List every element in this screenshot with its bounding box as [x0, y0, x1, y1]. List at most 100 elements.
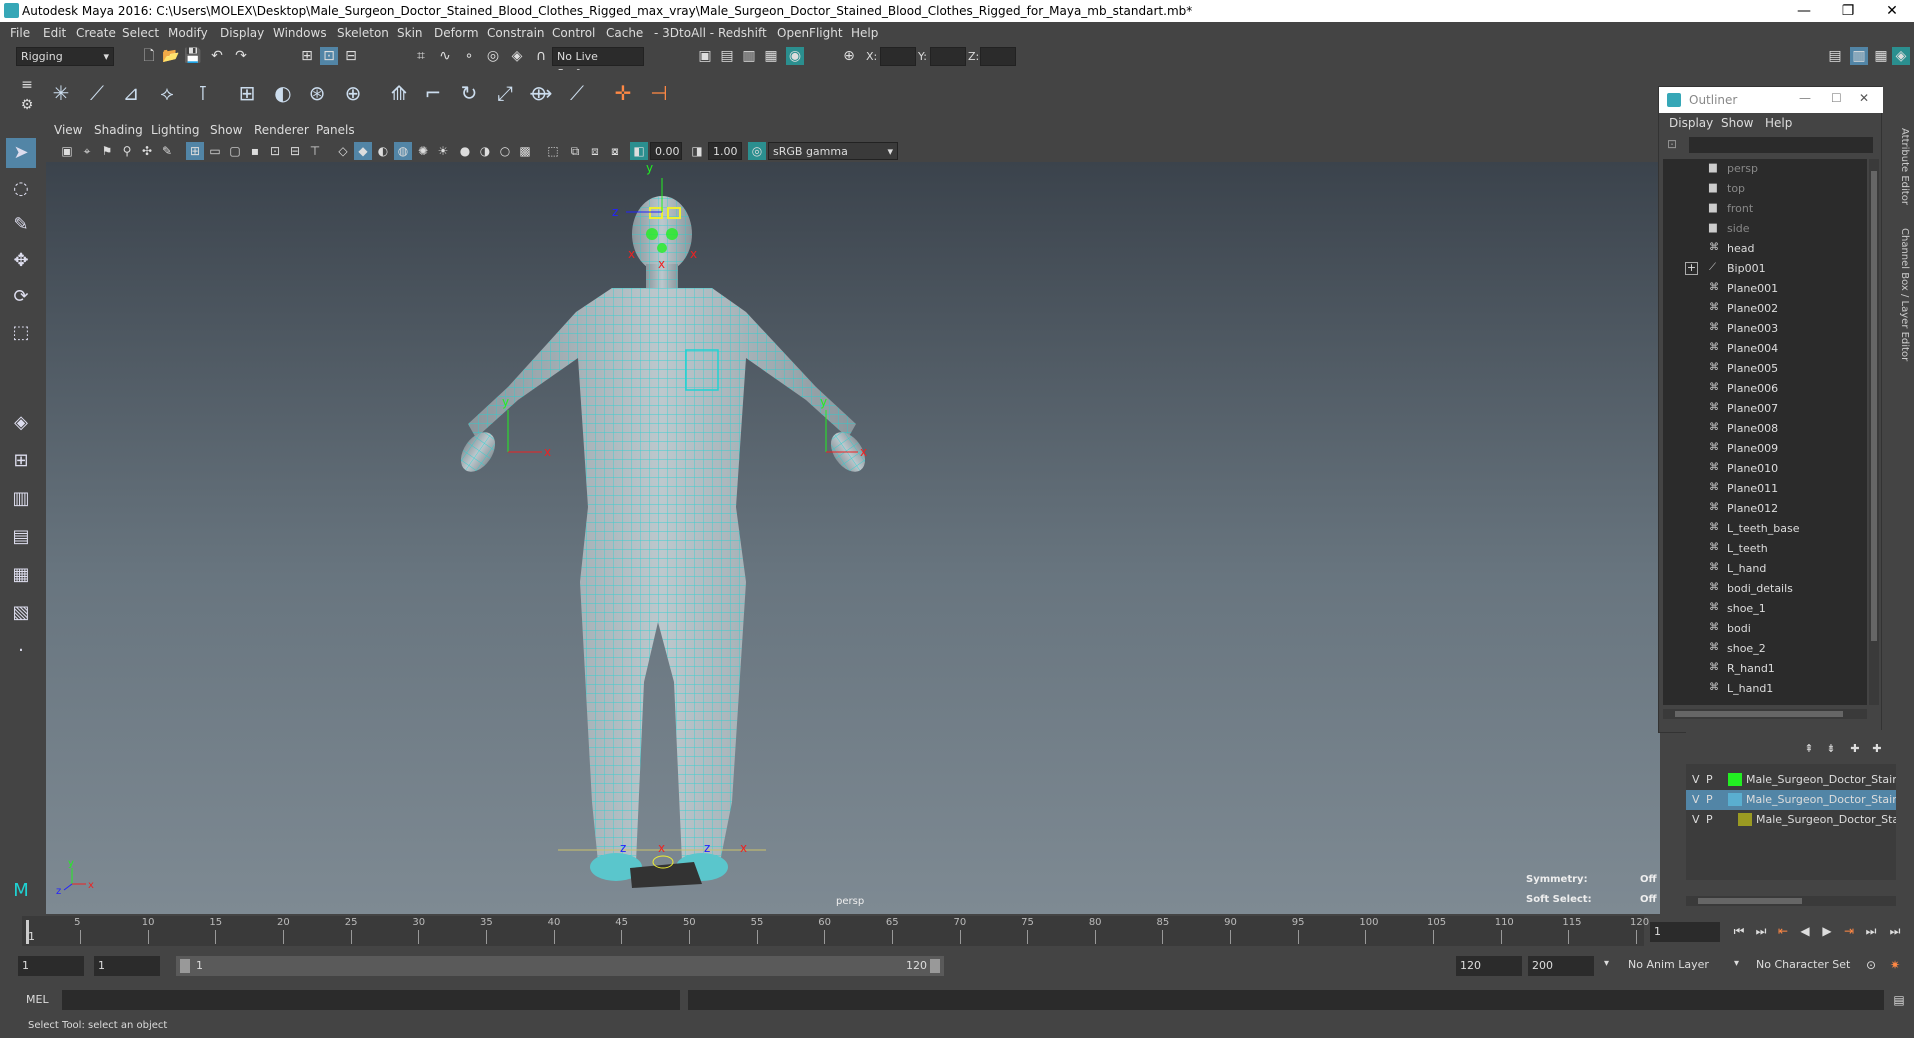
- grease-pencil-icon[interactable]: ✎: [158, 142, 176, 160]
- safe-action-icon[interactable]: ⊟: [286, 142, 304, 160]
- insert-joint-icon[interactable]: ⟋: [84, 78, 110, 108]
- play-backward-icon[interactable]: ◀: [1796, 922, 1814, 940]
- scene-start-field[interactable]: 1: [18, 956, 84, 976]
- current-frame-field[interactable]: 1: [1650, 922, 1720, 942]
- outliner-item[interactable]: ⌘ R_hand1: [1663, 659, 1867, 679]
- filter-icon[interactable]: ⊡: [1667, 137, 1677, 151]
- menu-select[interactable]: Select: [122, 26, 159, 40]
- aim-constraint-icon[interactable]: ⟴: [528, 78, 554, 108]
- y-field[interactable]: [930, 47, 966, 66]
- channel-box-tab[interactable]: Channel Box / Layer Editor: [1899, 228, 1910, 361]
- smooth-shade-icon[interactable]: ◆: [354, 142, 372, 160]
- orient-constraint-icon[interactable]: ↻: [456, 78, 482, 108]
- resolution-gate-icon[interactable]: ▢: [226, 142, 244, 160]
- gate-mask-icon[interactable]: ▪: [246, 142, 264, 160]
- outliner-item[interactable]: ⌘ Plane002: [1663, 299, 1867, 319]
- menu-create[interactable]: Create: [76, 26, 116, 40]
- camera-attributes-icon[interactable]: ⌖: [78, 142, 96, 160]
- cluster-icon[interactable]: ⊕: [340, 78, 366, 108]
- layer-color-swatch[interactable]: [1728, 793, 1742, 806]
- shadows-icon[interactable]: ☀: [434, 142, 452, 160]
- exposure-field[interactable]: 0.00: [650, 142, 682, 160]
- outliner-hscroll-thumb[interactable]: [1675, 711, 1843, 717]
- go-to-end-icon[interactable]: ⏭: [1886, 922, 1904, 940]
- step-back-frame-icon[interactable]: ⇤: [1774, 922, 1792, 940]
- outliner-search-field[interactable]: [1689, 137, 1873, 153]
- current-time-indicator[interactable]: [26, 920, 29, 944]
- orient-joint-icon[interactable]: ⟡: [154, 78, 180, 108]
- menu-constrain[interactable]: Constrain: [487, 26, 545, 40]
- shelf-settings-icon[interactable]: ⚙: [18, 96, 36, 114]
- layout-icon[interactable]: ▤: [1826, 47, 1844, 65]
- outliner-item[interactable]: ⌘ head: [1663, 239, 1867, 259]
- outliner-item[interactable]: ⌘ Plane006: [1663, 379, 1867, 399]
- go-to-start-icon[interactable]: ⏮: [1730, 922, 1748, 940]
- move-layer-down-icon[interactable]: ⇟: [1822, 740, 1840, 758]
- panel-menu-renderer[interactable]: Renderer: [254, 123, 309, 137]
- outliner-item[interactable]: ⌘ Plane010: [1663, 459, 1867, 479]
- auto-key-icon[interactable]: ⊙: [1862, 956, 1880, 974]
- z-field[interactable]: [980, 47, 1016, 66]
- camera-select-icon[interactable]: ▣: [58, 142, 76, 160]
- time-ruler[interactable]: 1 5 10 15 20 25 30 35 40 45 50 55 60 65 70 75 80 85 90 95 1…: [22, 916, 1649, 946]
- color-management-icon[interactable]: ◎: [748, 142, 766, 160]
- safe-title-icon[interactable]: ⊤: [306, 142, 324, 160]
- outliner-item[interactable]: ⌘ Plane009: [1663, 439, 1867, 459]
- outliner-item[interactable]: ⌘ Plane001: [1663, 279, 1867, 299]
- menu-redshift[interactable]: Redshift: [718, 26, 767, 40]
- animation-prefs-icon[interactable]: ✷: [1886, 956, 1904, 974]
- bookmark-icon[interactable]: ⚑: [98, 142, 116, 160]
- snap-view-icon[interactable]: ◎: [484, 47, 502, 65]
- snap-grid-icon[interactable]: ⌗: [412, 47, 430, 65]
- select-component-icon[interactable]: ⊟: [342, 47, 360, 65]
- outliner-horizontal-scrollbar[interactable]: [1663, 709, 1867, 719]
- outliner-item[interactable]: ⌘ Plane008: [1663, 419, 1867, 439]
- step-forward-frame-icon[interactable]: ⇥: [1840, 922, 1858, 940]
- body-mesh[interactable]: [454, 196, 872, 881]
- character-set-select[interactable]: No Character Set: [1756, 958, 1850, 971]
- parent-constraint-icon[interactable]: ⟰: [386, 78, 412, 108]
- menu-display[interactable]: Display: [220, 26, 264, 40]
- gamma-field[interactable]: 1.00: [708, 142, 742, 160]
- step-forward-key-icon[interactable]: ⏭: [1862, 922, 1880, 940]
- attribute-editor-tab[interactable]: Attribute Editor: [1899, 128, 1910, 205]
- layer-playback-toggle[interactable]: P: [1706, 793, 1713, 806]
- graph-editor-layout-icon[interactable]: ▦: [6, 560, 36, 590]
- screen-space-ao-icon[interactable]: ●: [456, 142, 474, 160]
- render-frame-icon[interactable]: ▤: [718, 47, 736, 65]
- hypershade-layout-icon[interactable]: ▧: [6, 598, 36, 628]
- layer-horizontal-scrollbar[interactable]: [1686, 896, 1896, 906]
- command-input[interactable]: [62, 990, 680, 1010]
- outliner-minimize-button[interactable]: —: [1799, 91, 1811, 105]
- outliner-close-button[interactable]: ✕: [1859, 91, 1869, 105]
- range-start-handle[interactable]: [180, 959, 190, 973]
- live-surface-field[interactable]: No Live Surface: [552, 47, 644, 80]
- layer-color-swatch[interactable]: [1738, 813, 1752, 826]
- point-constraint-icon[interactable]: ⌐: [420, 78, 446, 108]
- menu-edit[interactable]: Edit: [43, 26, 66, 40]
- outliner-menu-show[interactable]: Show: [1721, 116, 1753, 130]
- layer-row-selected[interactable]: V P Male_Surgeon_Doctor_Staine: [1686, 790, 1896, 810]
- image-plane-icon[interactable]: ⚲: [118, 142, 136, 160]
- persp-viewport[interactable]: y z y x y x z x z x x x x y x z persp Sy…: [46, 162, 1660, 914]
- outliner-item[interactable]: ⌘ shoe_2: [1663, 639, 1867, 659]
- outliner-item[interactable]: ⌘ L_hand: [1663, 559, 1867, 579]
- paint-select-tool-icon[interactable]: ✎: [6, 210, 36, 240]
- custom-layout-icon[interactable]: ·: [6, 636, 36, 666]
- chevron-down-icon[interactable]: ▾: [1734, 958, 1739, 969]
- wireframe-icon[interactable]: ◇: [334, 142, 352, 160]
- color-space-select[interactable]: sRGB gamma ▾: [768, 142, 898, 160]
- scene-end-field[interactable]: 200: [1528, 956, 1594, 976]
- close-button[interactable]: ✕: [1870, 0, 1914, 22]
- minimize-button[interactable]: —: [1782, 0, 1826, 22]
- lasso-tool-icon[interactable]: ◌: [6, 174, 36, 204]
- use-all-lights-icon[interactable]: ✺: [414, 142, 432, 160]
- menu-3dtoall[interactable]: - 3DtoAll -: [654, 26, 714, 40]
- outliner-item[interactable]: ▆ top: [1663, 179, 1867, 199]
- save-scene-icon[interactable]: 💾: [184, 47, 202, 65]
- outliner-item[interactable]: ⌘ Plane005: [1663, 359, 1867, 379]
- outliner-titlebar[interactable]: Outliner — ☐ ✕: [1659, 87, 1883, 113]
- modeling-toolkit-icon[interactable]: ◈: [1892, 47, 1910, 65]
- render-view-icon[interactable]: ▣: [696, 47, 714, 65]
- menu-modify[interactable]: Modify: [168, 26, 208, 40]
